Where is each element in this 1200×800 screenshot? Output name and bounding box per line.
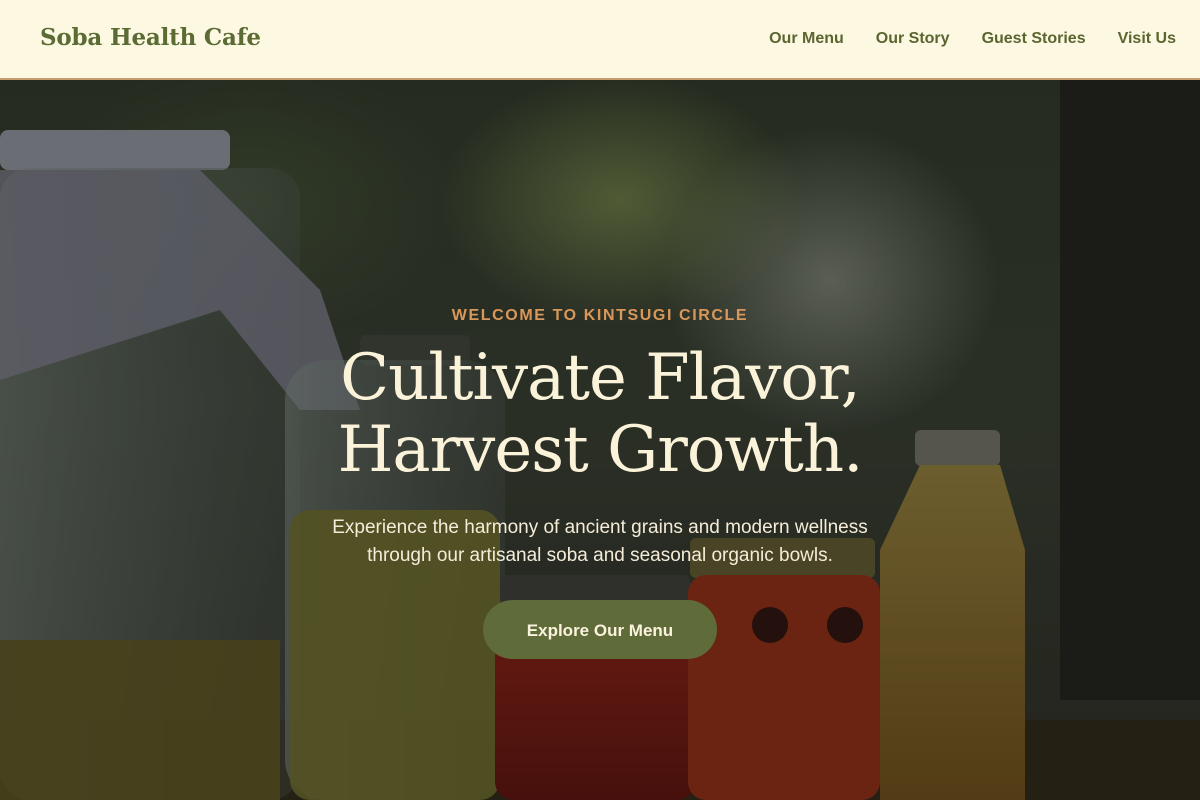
hero-headline-line-1: Cultivate Flavor, bbox=[340, 341, 861, 415]
hero-subtitle-line-2: through our artisanal soba and seasonal … bbox=[367, 545, 833, 566]
hero-headline-line-2: Harvest Growth. bbox=[337, 413, 864, 487]
top-navbar: Soba Health Cafe Our Menu Our Story Gues… bbox=[0, 0, 1200, 80]
nav-link-visit-us[interactable]: Visit Us bbox=[1118, 30, 1176, 48]
nav-links: Our Menu Our Story Guest Stories Visit U… bbox=[769, 30, 1176, 48]
hero-headline: Cultivate Flavor, Harvest Growth. bbox=[0, 342, 1200, 486]
explore-menu-button[interactable]: Explore Our Menu bbox=[483, 600, 717, 659]
nav-link-our-menu[interactable]: Our Menu bbox=[769, 30, 844, 48]
hero-subtitle-line-1: Experience the harmony of ancient grains… bbox=[332, 517, 868, 538]
nav-link-our-story[interactable]: Our Story bbox=[876, 30, 950, 48]
hero-section: WELCOME TO KINTSUGI CIRCLE Cultivate Fla… bbox=[0, 80, 1200, 800]
brand-logo[interactable]: Soba Health Cafe bbox=[40, 24, 261, 51]
hero-eyebrow: WELCOME TO KINTSUGI CIRCLE bbox=[451, 307, 749, 324]
nav-link-guest-stories[interactable]: Guest Stories bbox=[982, 30, 1086, 48]
hero-subtitle: Experience the harmony of ancient grains… bbox=[290, 514, 910, 570]
